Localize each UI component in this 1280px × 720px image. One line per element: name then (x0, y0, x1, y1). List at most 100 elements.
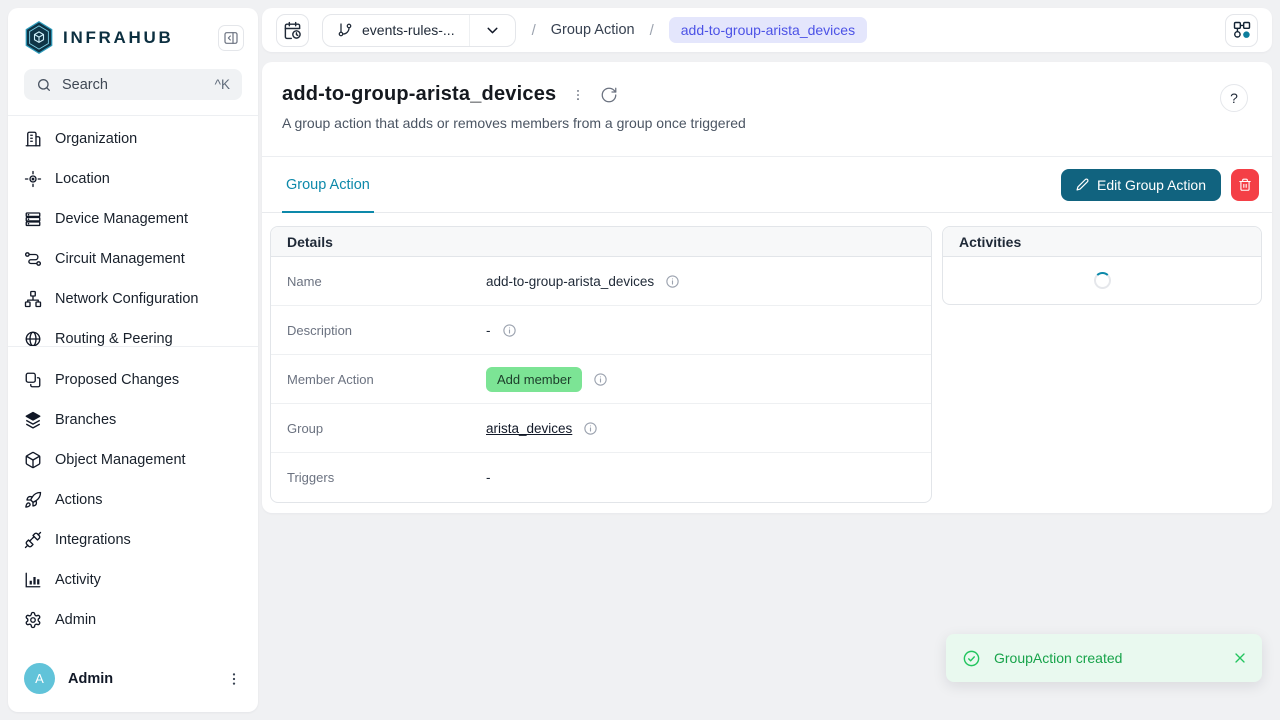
chevron-down-icon (484, 22, 501, 39)
sidebar-item-branches[interactable]: Branches (8, 400, 258, 440)
check-circle-icon (962, 649, 981, 668)
route-icon (24, 250, 42, 268)
sidebar-item-label: Network Configuration (55, 291, 198, 307)
plug-icon (24, 531, 42, 549)
search-box[interactable]: ^K (24, 69, 242, 100)
infrahub-hexagon-icon (24, 21, 54, 54)
layers-icon (24, 411, 42, 429)
sidebar-collapse-button[interactable] (218, 25, 244, 51)
sidebar-item-integrations[interactable]: Integrations (8, 520, 258, 560)
kebab-icon (571, 88, 585, 102)
detail-value: - (486, 470, 491, 485)
page-subtitle: A group action that adds or removes memb… (282, 115, 1252, 131)
branch-selector[interactable]: events-rules-... (322, 14, 516, 47)
search-icon (36, 77, 52, 93)
info-icon[interactable] (583, 421, 598, 436)
breadcrumb-group-action[interactable]: Group Action (551, 22, 635, 38)
toast-close-button[interactable] (1232, 650, 1248, 666)
delete-button[interactable] (1231, 169, 1259, 201)
sidebar: INFRAHUB ^K Organization (8, 8, 258, 712)
tab-group-action[interactable]: Group Action (282, 157, 374, 212)
sidebar-item-label: Admin (55, 612, 96, 628)
group-link[interactable]: arista_devices (486, 421, 572, 436)
bar-chart-icon (24, 571, 42, 589)
network-icon (24, 290, 42, 308)
breadcrumb-separator: / (532, 22, 536, 39)
sidebar-item-label: Location (55, 171, 110, 187)
sidebar-item-routing-peering[interactable]: Routing & Peering (8, 319, 258, 347)
kebab-icon (226, 671, 242, 687)
sidebar-item-label: Circuit Management (55, 251, 185, 267)
detail-row-group: Group arista_devices (271, 404, 931, 453)
search-input[interactable] (62, 77, 205, 93)
detail-label: Triggers (287, 470, 486, 485)
sidebar-item-label: Branches (55, 412, 116, 428)
breadcrumb-current-page[interactable]: add-to-group-arista_devices (669, 17, 867, 43)
info-icon[interactable] (502, 323, 517, 338)
brand-name: INFRAHUB (63, 28, 174, 48)
schema-visualizer-button[interactable] (1225, 14, 1258, 47)
sidebar-item-label: Organization (55, 131, 137, 147)
help-button[interactable]: ? (1220, 84, 1248, 112)
sidebar-nav-secondary: Proposed Changes Branches Object Managem… (8, 360, 258, 640)
sidebar-item-object-management[interactable]: Object Management (8, 440, 258, 480)
calendar-clock-icon (283, 21, 302, 40)
content-panels: Details Name add-to-group-arista_devices… (262, 213, 1272, 513)
sidebar-item-label: Object Management (55, 452, 186, 468)
title-kebab-menu-button[interactable] (571, 88, 585, 102)
detail-row-triggers: Triggers - (271, 453, 931, 502)
detail-row-member-action: Member Action Add member (271, 355, 931, 404)
branch-dropdown-toggle[interactable] (469, 15, 515, 46)
sidebar-item-device-management[interactable]: Device Management (8, 199, 258, 239)
sidebar-item-label: Routing & Peering (55, 331, 173, 347)
sidebar-header: INFRAHUB (8, 8, 258, 60)
sidebar-item-label: Integrations (55, 532, 131, 548)
sidebar-item-activity[interactable]: Activity (8, 560, 258, 600)
branch-name: events-rules-... (362, 22, 455, 38)
detail-value: - (486, 323, 491, 338)
rocket-icon (24, 491, 42, 509)
edit-button-label: Edit Group Action (1097, 177, 1206, 193)
detail-row-name: Name add-to-group-arista_devices (271, 257, 931, 306)
branch-selector-value: events-rules-... (323, 22, 469, 38)
server-icon (24, 210, 42, 228)
sidebar-item-location[interactable]: Location (8, 159, 258, 199)
page-header: add-to-group-arista_devices (262, 62, 1272, 157)
breadcrumb-separator: / (650, 22, 654, 39)
time-travel-button[interactable] (276, 14, 309, 47)
git-branch-icon (337, 22, 353, 38)
sidebar-item-label: Actions (55, 492, 103, 508)
refresh-button[interactable] (600, 86, 618, 104)
sidebar-item-network-configuration[interactable]: Network Configuration (8, 279, 258, 319)
activities-body (943, 257, 1261, 304)
toast-notification: GroupAction created (946, 634, 1262, 682)
info-icon[interactable] (665, 274, 680, 289)
gear-icon (24, 611, 42, 629)
sidebar-item-proposed-changes[interactable]: Proposed Changes (8, 360, 258, 400)
user-name: Admin (68, 671, 113, 687)
panel-collapse-icon (223, 30, 239, 46)
edit-group-action-button[interactable]: Edit Group Action (1061, 169, 1221, 201)
topbar: events-rules-... / Group Action / add-to… (262, 8, 1272, 52)
detail-row-description: Description - (271, 306, 931, 355)
info-icon[interactable] (593, 372, 608, 387)
trash-icon (1238, 178, 1252, 192)
sidebar-item-circuit-management[interactable]: Circuit Management (8, 239, 258, 279)
sidebar-item-organization[interactable]: Organization (8, 119, 258, 159)
user-menu-button[interactable] (226, 671, 242, 687)
group-action-page: add-to-group-arista_devices (262, 62, 1272, 513)
tab-bar: Group Action Edit Group Action (262, 157, 1272, 213)
sidebar-item-label: Proposed Changes (55, 372, 179, 388)
schema-icon (1232, 20, 1252, 40)
sidebar-item-actions[interactable]: Actions (8, 480, 258, 520)
box-icon (24, 451, 42, 469)
pencil-icon (1076, 178, 1089, 191)
avatar: A (24, 663, 55, 694)
locate-icon (24, 170, 42, 188)
sidebar-nav-primary: Organization Location Device Management (8, 115, 258, 347)
refresh-icon (600, 86, 618, 104)
detail-label: Member Action (287, 372, 486, 387)
infrahub-logo[interactable]: INFRAHUB (24, 21, 174, 54)
user-row: A Admin (8, 651, 258, 712)
sidebar-item-admin[interactable]: Admin (8, 600, 258, 640)
